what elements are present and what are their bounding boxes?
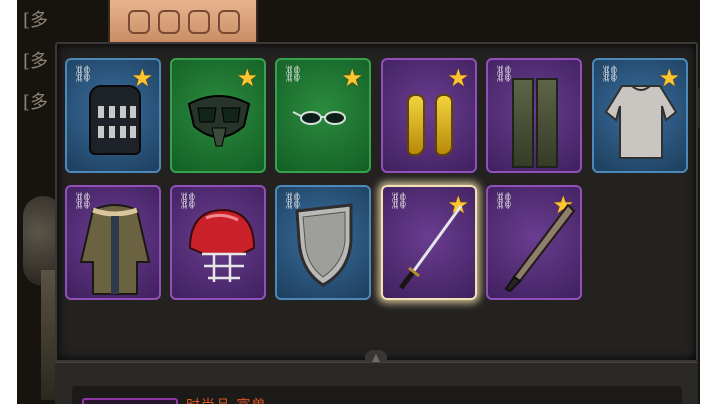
background-label: [多 bbox=[23, 51, 49, 72]
metal-shield-icon bbox=[295, 203, 353, 287]
katana-icon bbox=[399, 205, 463, 290]
inventory-slot-metal-shield[interactable]: ⛓ bbox=[275, 185, 371, 300]
baseball-bat-icon bbox=[504, 203, 576, 293]
star-icon: ★ bbox=[447, 64, 469, 92]
inventory-slot-tactical-vest[interactable]: ⛓ ★ bbox=[65, 58, 161, 173]
character-portrait bbox=[108, 0, 258, 42]
tactical-vest-icon bbox=[89, 85, 141, 155]
background-text-column: [多 [多 [多 bbox=[17, 0, 57, 120]
right-margin bbox=[700, 0, 720, 404]
inventory-slot-yellow-boots[interactable]: ★ bbox=[381, 58, 477, 173]
link-lock-icon: ⛓ bbox=[600, 64, 621, 83]
background-label: [多 bbox=[23, 10, 49, 31]
shirt-icon bbox=[604, 85, 678, 159]
inventory-slot-football-helmet[interactable]: ⛓ bbox=[170, 185, 266, 300]
inventory-slot-sunglasses[interactable]: ⛓ ★ bbox=[275, 58, 371, 173]
inventory-slot-baseball-bat[interactable]: ⛓ ★ bbox=[486, 185, 582, 300]
item-detail-title: 时尚品 富兽 bbox=[186, 395, 266, 404]
football-helmet-icon bbox=[188, 208, 256, 282]
background-label: [多 bbox=[23, 92, 49, 113]
inventory-slot-katana[interactable]: ⛓ ★ bbox=[381, 185, 477, 300]
star-icon: ★ bbox=[341, 64, 363, 92]
sunglasses-icon bbox=[292, 111, 346, 125]
parka-jacket-icon bbox=[79, 204, 151, 295]
inventory-slot-shirt[interactable]: ⛓ ★ bbox=[592, 58, 688, 173]
cargo-pants-icon bbox=[506, 74, 566, 170]
left-margin bbox=[0, 0, 17, 404]
inventory-slot-gas-mask[interactable]: ★ bbox=[170, 58, 266, 173]
link-lock-icon: ⛓ bbox=[73, 64, 94, 83]
inventory-slot-cargo-pants[interactable]: ⛓ bbox=[486, 58, 582, 173]
yellow-boots-icon bbox=[401, 94, 461, 164]
rarity-tag bbox=[82, 398, 178, 404]
inventory-slot-parka-jacket[interactable]: ⛓ bbox=[65, 185, 161, 300]
gas-mask-icon bbox=[187, 95, 251, 147]
link-lock-icon: ⛓ bbox=[283, 64, 304, 83]
